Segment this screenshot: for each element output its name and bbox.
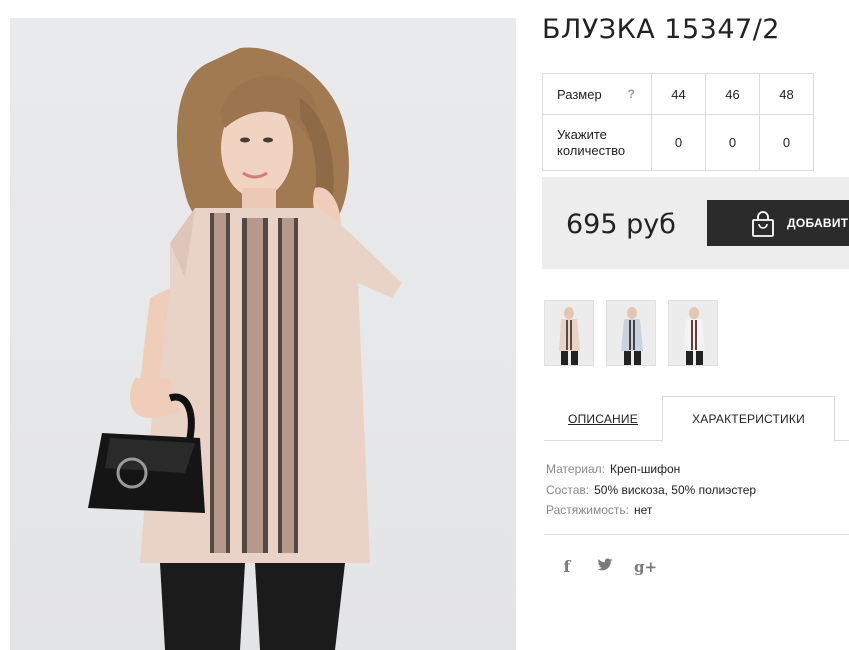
spec-row: Материал: Креп-шифон <box>546 459 756 480</box>
spec-row: Растяжимость: нет <box>546 500 756 521</box>
thumbnail-image <box>669 301 717 365</box>
spec-key: Растяжимость: <box>546 503 630 517</box>
social-share: f g+ <box>558 557 658 576</box>
model-illustration <box>88 47 402 650</box>
add-to-cart-button[interactable]: ДОБАВИТ <box>707 200 849 246</box>
spec-row: Состав: 50% вискоза, 50% полиэстер <box>546 480 756 501</box>
quantity-input-46[interactable]: 0 <box>705 114 760 171</box>
quantity-input-48[interactable]: 0 <box>759 114 814 171</box>
thumbnail-image <box>607 301 655 365</box>
thumbnail-1[interactable] <box>544 300 594 366</box>
size-option-48[interactable]: 48 <box>759 73 814 115</box>
spec-value: Креп-шифон <box>609 462 681 476</box>
size-label-cell: Размер ? <box>542 73 652 115</box>
tab-characteristics[interactable]: ХАРАКТЕРИСТИКИ <box>662 396 835 442</box>
quantity-input-44[interactable]: 0 <box>651 114 706 171</box>
spec-key: Материал: <box>546 462 605 476</box>
spec-key: Состав: <box>546 482 590 497</box>
divider <box>544 534 849 535</box>
spec-value: нет <box>634 503 653 517</box>
size-help-icon[interactable]: ? <box>628 87 635 101</box>
product-main-image[interactable] <box>10 18 516 650</box>
size-label: Размер <box>557 86 602 102</box>
product-tabs: ОПИСАНИЕ ХАРАКТЕРИСТИКИ <box>544 396 849 442</box>
size-option-44[interactable]: 44 <box>651 73 706 115</box>
google-plus-icon[interactable]: g+ <box>634 558 657 576</box>
thumbnail-gallery <box>544 300 718 366</box>
quantity-row: Укажите количество 0 0 0 <box>542 114 814 171</box>
characteristics-list: Материал: Креп-шифон Состав: 50% вискоза, … <box>546 459 756 521</box>
product-price: 695 руб <box>566 209 676 240</box>
twitter-bird-icon <box>597 558 613 570</box>
size-option-46[interactable]: 46 <box>705 73 760 115</box>
product-title: БЛУЗКА 15347/2 <box>542 14 780 45</box>
price-box: 695 руб ДОБАВИТ <box>542 177 849 269</box>
facebook-icon[interactable]: f <box>558 557 576 576</box>
size-row: Размер ? 44 46 48 <box>542 73 814 115</box>
shopping-bag-icon <box>752 211 774 237</box>
tab-description[interactable]: ОПИСАНИЕ <box>544 396 662 441</box>
thumbnail-2[interactable] <box>606 300 656 366</box>
thumbnail-image <box>545 301 593 365</box>
quantity-label: Укажите количество <box>557 126 626 158</box>
size-quantity-table: Размер ? 44 46 48 Укажите количество 0 0… <box>542 73 814 171</box>
thumbnail-3[interactable] <box>668 300 718 366</box>
add-to-cart-label: ДОБАВИТ <box>787 216 849 230</box>
spec-value: 50% вискоза, 50% полиэстер <box>594 482 757 497</box>
quantity-label-cell: Укажите количество <box>542 114 652 171</box>
twitter-icon[interactable] <box>596 558 614 576</box>
